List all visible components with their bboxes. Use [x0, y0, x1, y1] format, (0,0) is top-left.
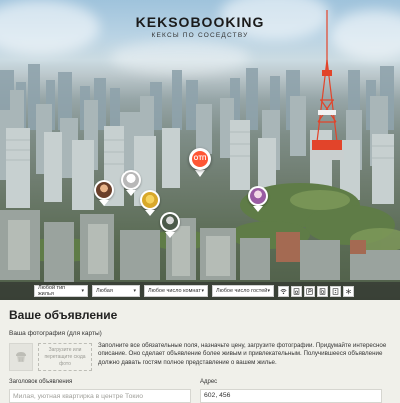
price-value: Любая: [96, 288, 113, 294]
avatar-drop-zone[interactable]: Загрузите или перетащите сюда фото: [38, 343, 92, 371]
avatar-preview: [9, 343, 33, 371]
chevron-down-icon: ▾: [81, 288, 84, 294]
chevron-down-icon: ▾: [267, 288, 270, 294]
map: KEKSOBOOKING КЕКСЫ ПО СОСЕДСТВУ ОТП Любо…: [0, 0, 400, 300]
form-title: Ваше объявление: [9, 308, 117, 322]
title-field[interactable]: [9, 389, 191, 403]
title-field-label: Заголовок объявления: [9, 379, 72, 385]
main-pin-label: ОТП: [192, 151, 208, 167]
title-input[interactable]: [13, 392, 187, 400]
washer-icon: [319, 288, 326, 295]
chevron-down-icon: ▾: [201, 288, 204, 294]
avatar: [250, 188, 266, 204]
feature-parking[interactable]: [304, 286, 315, 297]
avatar: [123, 172, 139, 188]
feature-wifi[interactable]: [278, 286, 289, 297]
guests-value: Любое число гостей: [216, 288, 267, 294]
parking-icon: [306, 288, 313, 295]
site-logo[interactable]: KEKSOBOOKING: [0, 14, 400, 30]
housing-type-select[interactable]: Любой тип жилья ▾: [34, 285, 88, 297]
user-avatar-pin-1[interactable]: [94, 180, 114, 206]
form-notice: Заполните все обязательные поля, назначь…: [98, 342, 388, 367]
address-field[interactable]: 602, 456: [200, 389, 382, 403]
feature-washer[interactable]: [317, 286, 328, 297]
address-field-label: Адрес: [200, 379, 217, 385]
feature-conditioner[interactable]: [343, 286, 354, 297]
elevator-icon: [332, 288, 339, 295]
site-header: KEKSOBOOKING КЕКСЫ ПО СОСЕДСТВУ: [0, 14, 400, 39]
avatar: [96, 182, 112, 198]
chevron-down-icon: ▾: [133, 288, 136, 294]
rooms-select[interactable]: Любое число комнат ▾: [144, 285, 208, 297]
user-avatar-pin-2[interactable]: [121, 170, 141, 196]
price-select[interactable]: Любая ▾: [92, 285, 140, 297]
avatar: [162, 214, 178, 230]
guests-select[interactable]: Любое число гостей ▾: [212, 285, 274, 297]
address-value: 602, 456: [204, 392, 230, 399]
dishwasher-icon: [293, 288, 300, 295]
wifi-icon: [280, 288, 287, 295]
user-avatar-pin-4[interactable]: [160, 212, 180, 238]
main-pin[interactable]: ОТП: [189, 148, 211, 177]
rooms-value: Любое число комнат: [148, 288, 201, 294]
map-filters: Любой тип жилья ▾ Любая ▾ Любое число ко…: [0, 282, 400, 300]
avatar: [142, 192, 158, 208]
drop-zone-text: Загрузите или перетащите сюда фото: [39, 347, 91, 368]
feature-elevator[interactable]: [330, 286, 341, 297]
ad-form: Ваше объявление Ваша фотография (для кар…: [0, 300, 400, 400]
muffin-icon: [14, 350, 28, 364]
user-avatar-pin-5[interactable]: [248, 186, 268, 212]
user-avatar-pin-3[interactable]: [140, 190, 160, 216]
conditioner-icon: [345, 288, 352, 295]
site-tagline: КЕКСЫ ПО СОСЕДСТВУ: [0, 32, 400, 39]
feature-dishwasher[interactable]: [291, 286, 302, 297]
avatar-photo-label: Ваша фотография (для карты): [9, 330, 102, 337]
housing-type-value: Любой тип жилья: [38, 285, 81, 297]
